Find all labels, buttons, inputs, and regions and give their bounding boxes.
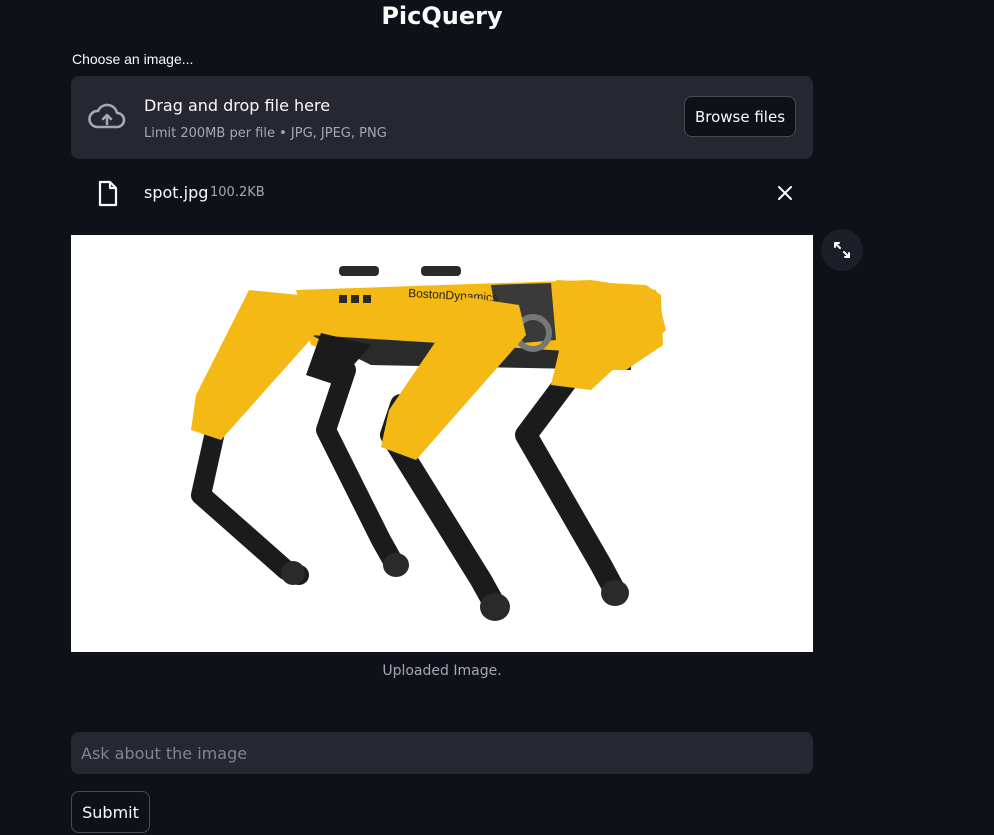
page-title: PicQuery [381, 2, 503, 30]
dropzone-limit-text: Limit 200MB per file • JPG, JPEG, PNG [144, 126, 387, 141]
question-input[interactable] [71, 732, 813, 774]
uploaded-file-row: spot.jpg 100.2KB [71, 170, 813, 216]
robot-dog-illustration: BostonDynamics [191, 266, 666, 621]
submit-button[interactable]: Submit [71, 791, 150, 833]
file-name: spot.jpg [144, 183, 209, 202]
file-size: 100.2KB [210, 185, 265, 200]
image-caption: Uploaded Image. [382, 663, 502, 679]
dropzone-instructions: Drag and drop file here [144, 96, 331, 115]
file-icon [98, 180, 118, 207]
uploader-label: Choose an image... [72, 51, 194, 67]
remove-file-button[interactable] [771, 180, 799, 206]
fullscreen-button[interactable] [821, 229, 863, 271]
browse-files-button[interactable]: Browse files [684, 96, 796, 137]
close-icon [778, 186, 792, 200]
uploaded-image: BostonDynamics [71, 235, 813, 652]
expand-icon [834, 242, 850, 258]
file-dropzone[interactable]: Drag and drop file here Limit 200MB per … [71, 76, 813, 159]
cloud-upload-icon [88, 103, 126, 129]
